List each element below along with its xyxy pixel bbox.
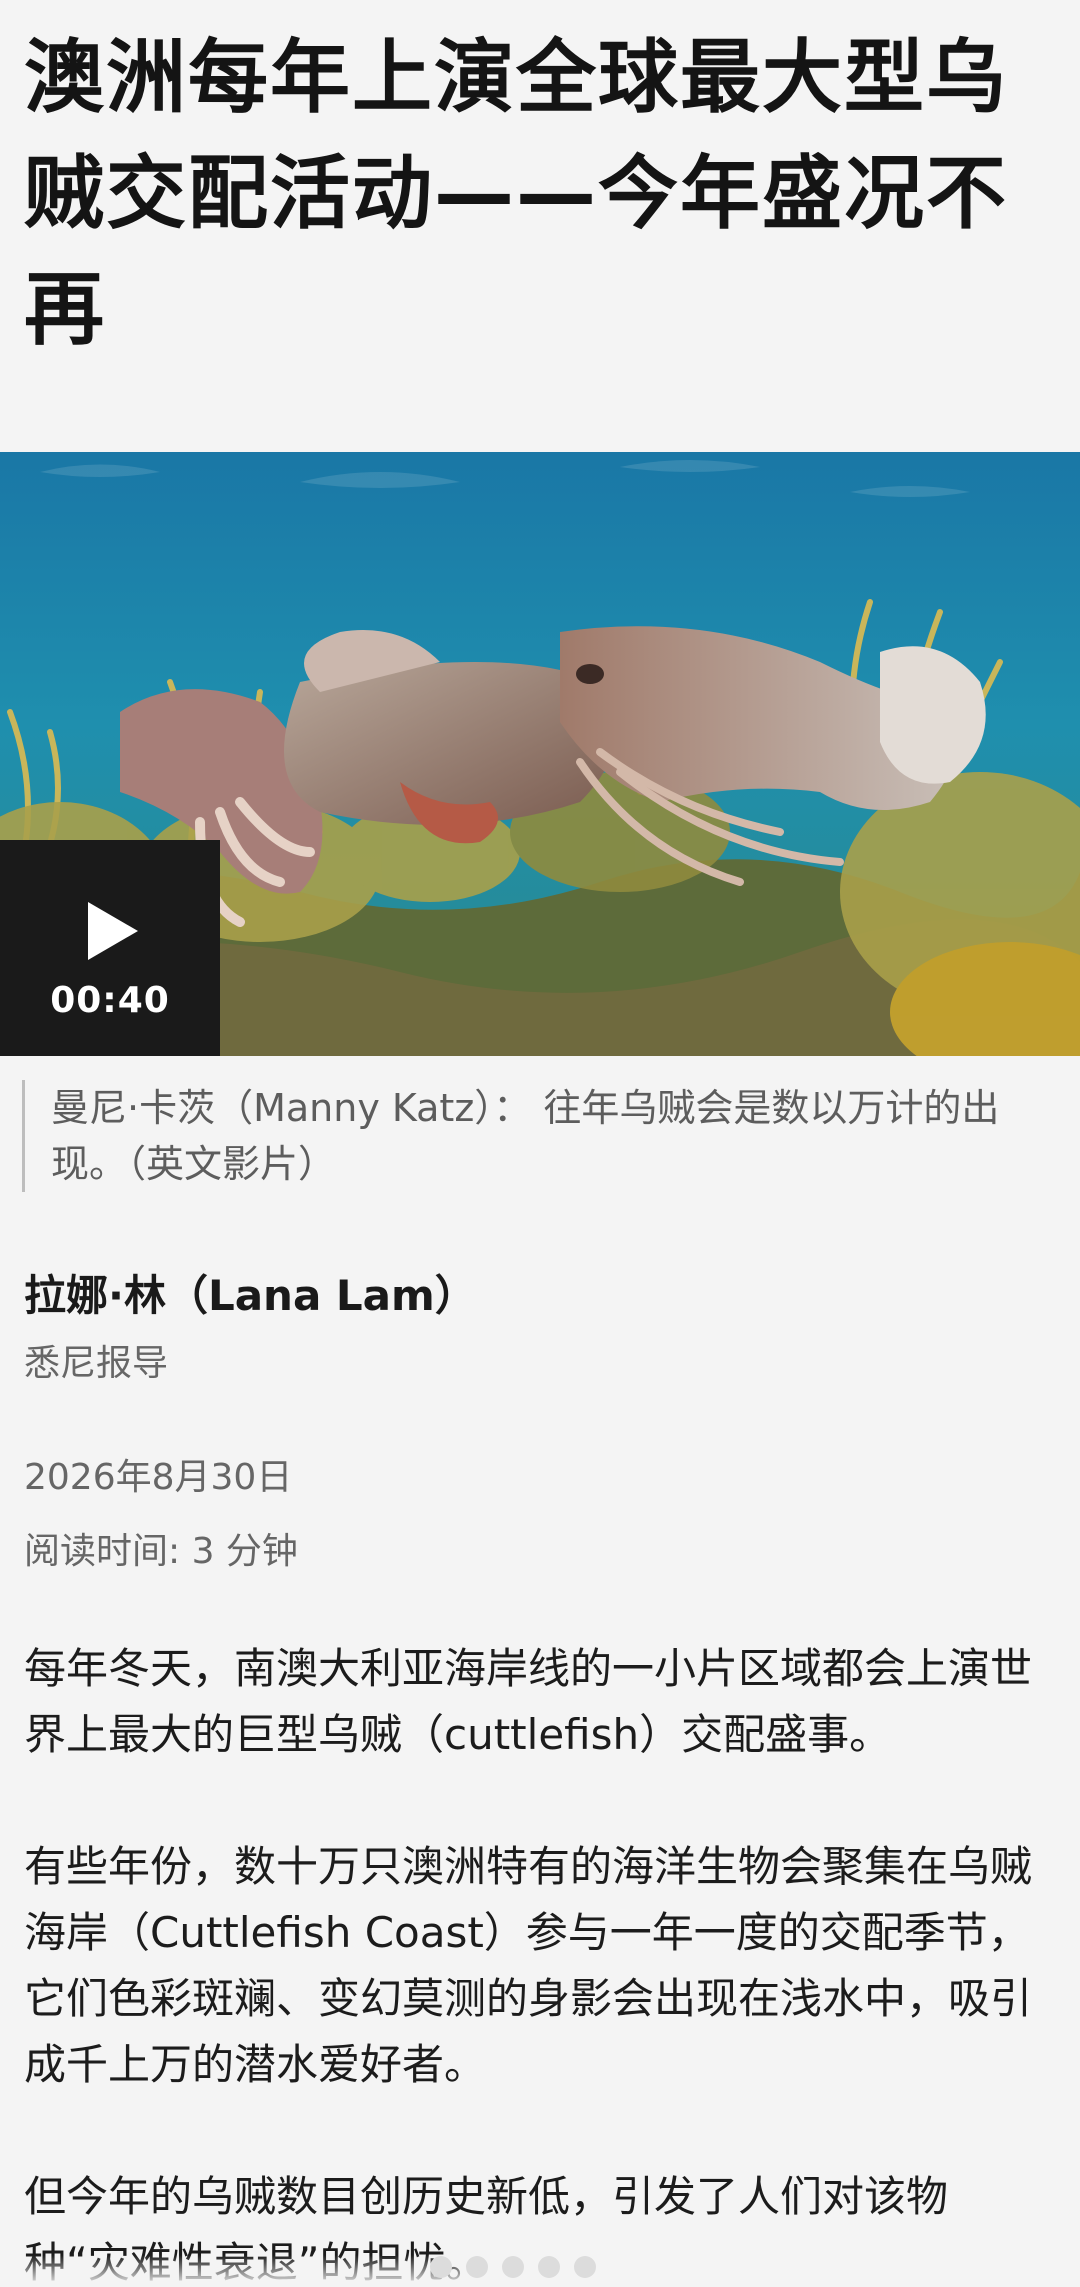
article-paragraph: 每年冬天，南澳大利亚海岸线的一小片区域都会上演世界上最大的巨型乌贼（cuttle… [24, 1644, 1033, 1759]
author-name[interactable]: 拉娜·林（Lana Lam） [24, 1262, 477, 1323]
article-page: 澳洲每年上演全球最大型乌贼交配活动——今年盛况不再 00:40 曼尼·卡茨（Ma… [0, 0, 1080, 2287]
dot-icon [430, 2256, 452, 2278]
article-paragraph: 有些年份，数十万只澳洲特有的海洋生物会聚集在乌贼海岸（Cuttlefish Co… [24, 1842, 1033, 2089]
article-body: 每年冬天，南澳大利亚海岸线的一小片区域都会上演世界上最大的巨型乌贼（cuttle… [24, 1636, 1044, 2287]
video-duration: 00:40 [50, 980, 170, 1021]
read-time: 阅读时间: 3 分钟 [24, 1531, 298, 1572]
dot-icon [466, 2256, 488, 2278]
dot-icon [574, 2256, 596, 2278]
dateline: 悉尼报导 [24, 1343, 169, 1384]
video-play-button[interactable]: 00:40 [0, 840, 220, 1056]
article-headline: 澳洲每年上演全球最大型乌贼交配活动——今年盛况不再 [24, 31, 1008, 356]
publish-date: 2026年8月30日 [24, 1457, 293, 1498]
play-icon [88, 902, 138, 960]
dot-icon [538, 2256, 560, 2278]
image-caption: 曼尼·卡茨（Manny Katz）： 往年乌贼会是数以万计的出现。（英文影片） [22, 1080, 1061, 1192]
dot-icon [502, 2256, 524, 2278]
loading-dots-icon [430, 2256, 596, 2278]
hero-video[interactable]: 00:40 [0, 452, 1080, 1056]
